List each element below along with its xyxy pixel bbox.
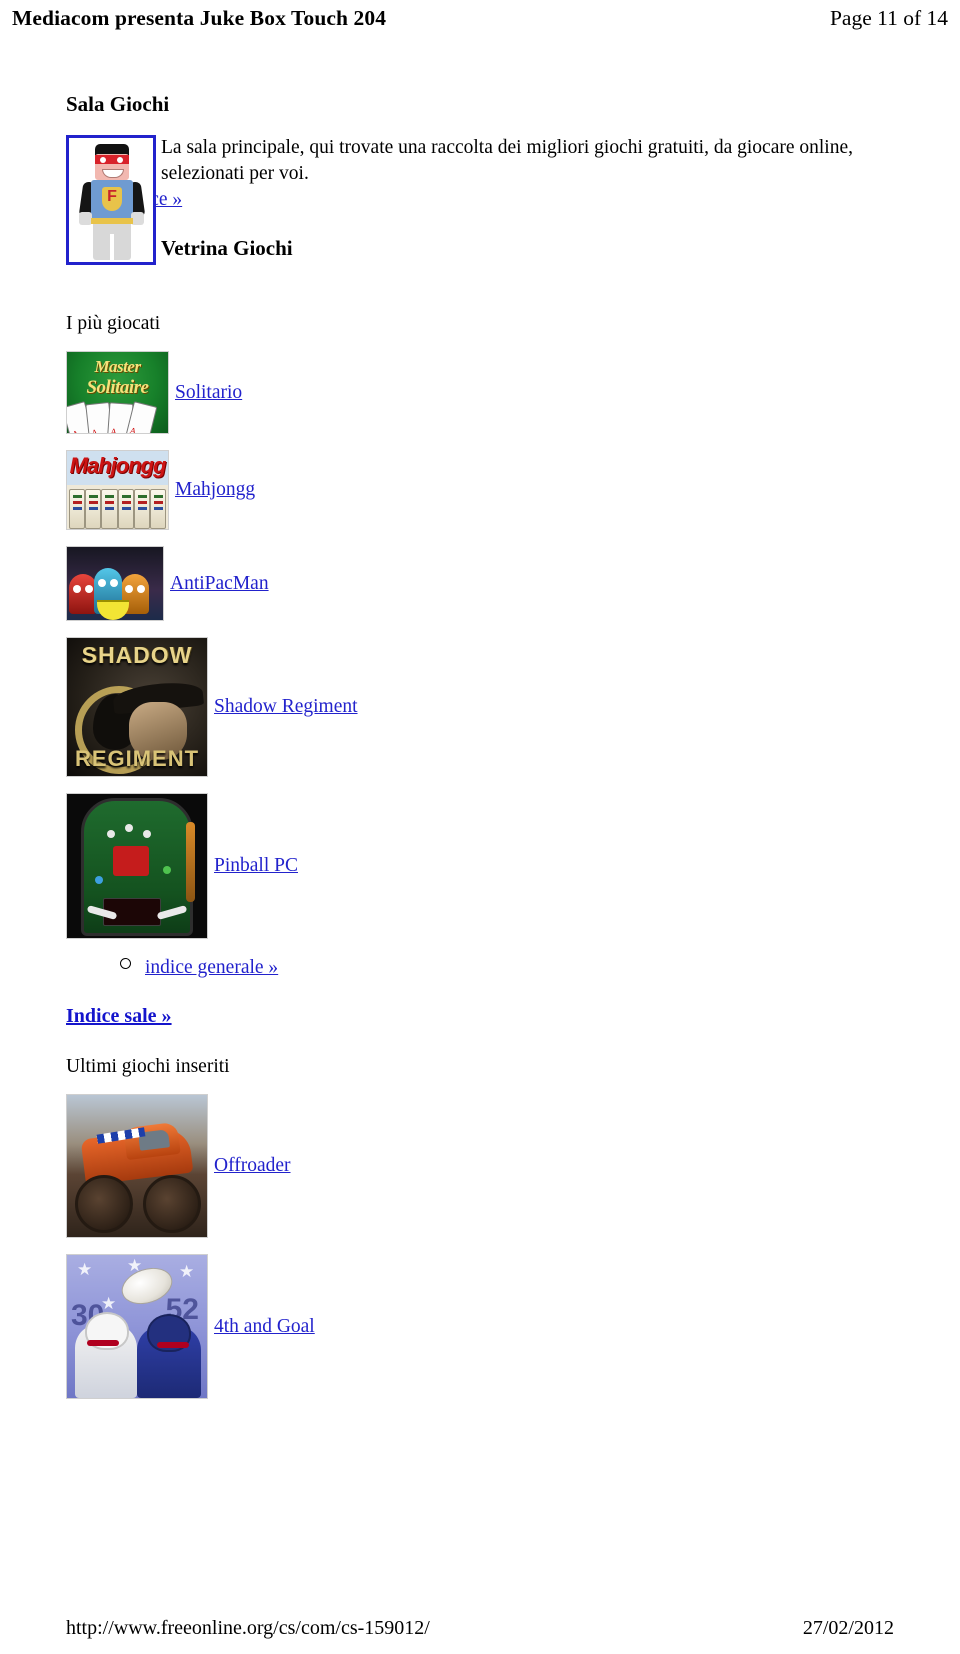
- mahjongg-tile-shape: [117, 489, 134, 530]
- 4th-and-goal-thumbnail[interactable]: ★ ★ ★ ★ 30 52: [66, 1254, 208, 1400]
- game-link-pinball-pc[interactable]: Pinball PC: [214, 855, 298, 877]
- white-facemask-shape: [87, 1340, 119, 1347]
- shadow-title-top-text: SHADOW: [81, 642, 193, 669]
- star-icon: ★: [77, 1260, 93, 1280]
- mahjongg-tile-shape: [133, 489, 150, 530]
- header-title: Mediacom presenta Juke Box Touch 204: [12, 6, 387, 30]
- intro-paragraph: La sala principale, qui trovate una racc…: [161, 137, 853, 185]
- game-link-solitario[interactable]: Solitario: [175, 382, 242, 404]
- mahjongg-tiles-group: [67, 485, 168, 530]
- page-title: Sala Giochi: [66, 92, 170, 116]
- hero-image-frame: [66, 135, 156, 266]
- offroader-right-wheel-shape: [143, 1175, 201, 1234]
- offroader-left-wheel-shape: [75, 1175, 133, 1234]
- mahjongg-tile-shape: [101, 489, 118, 530]
- page-header: Mediacom presenta Juke Box Touch 204 Pag…: [0, 6, 960, 40]
- list-item[interactable]: Mahjongg Mahjongg: [66, 450, 926, 531]
- latest-games-list: Offroader ★ ★ ★ ★ 30 52 4th and Goal: [66, 1094, 926, 1400]
- shadow-title-bottom-text: REGIMENT: [74, 746, 200, 772]
- header-page-number: Page 11 of 14: [829, 6, 948, 30]
- shadow-regiment-thumbnail[interactable]: SHADOW REGIMENT: [66, 637, 208, 778]
- blue-facemask-shape: [157, 1342, 189, 1349]
- list-item[interactable]: Offroader: [66, 1094, 926, 1239]
- antipacman-thumbnail[interactable]: [66, 546, 164, 622]
- solitaire-cards-group: [67, 399, 163, 434]
- list-item[interactable]: Pinball PC: [66, 793, 926, 940]
- most-played-game-list: Master Solitaire Solitario Mahjongg: [66, 351, 926, 940]
- solitaire-word-solitaire: Solitaire: [86, 377, 149, 399]
- offroader-thumbnail[interactable]: [66, 1094, 208, 1239]
- game-link-mahjongg[interactable]: Mahjongg: [175, 479, 255, 501]
- master-solitaire-thumbnail[interactable]: Master Solitaire: [66, 351, 169, 435]
- latest-games-label: Ultimi giochi inseriti: [66, 1056, 230, 1078]
- game-link-antipacman[interactable]: AntiPacMan: [170, 573, 269, 595]
- lego-leg-gap-shape: [110, 234, 114, 261]
- pinball-pc-thumbnail[interactable]: [66, 793, 208, 940]
- game-link-shadow-regiment[interactable]: Shadow Regiment: [214, 696, 358, 718]
- showcase-heading: Vetrina Giochi: [161, 236, 293, 261]
- most-played-label: I più giocati: [66, 313, 161, 335]
- solitaire-word-master: Master: [94, 357, 141, 377]
- document-content: Sala Giochi La sala principale, qui trov…: [66, 92, 926, 1415]
- mahjongg-thumbnail[interactable]: Mahjongg: [66, 450, 169, 531]
- mahjongg-title-text: Mahjongg: [69, 453, 167, 479]
- general-index-row: indice generale »: [120, 957, 926, 979]
- list-item[interactable]: AntiPacMan: [66, 546, 926, 622]
- list-item[interactable]: Master Solitaire Solitario: [66, 351, 926, 435]
- star-icon: ★: [179, 1262, 195, 1282]
- page-footer: http://www.freeonline.org/cs/com/cs-1590…: [0, 1617, 960, 1640]
- mahjongg-tile-shape: [69, 489, 86, 530]
- rooms-index-link[interactable]: Indice sale »: [66, 1005, 172, 1028]
- footer-date: 27/02/2012: [802, 1617, 894, 1639]
- list-item[interactable]: ★ ★ ★ ★ 30 52 4th and Goal: [66, 1254, 926, 1400]
- footer-source-url: http://www.freeonline.org/cs/com/cs-1590…: [66, 1617, 430, 1639]
- intro-block: La sala principale, qui trovate una racc…: [66, 135, 926, 285]
- mahjongg-tile-shape: [149, 489, 167, 530]
- general-index-link[interactable]: indice generale »: [145, 957, 278, 979]
- pinball-lane-shape: [186, 822, 195, 903]
- mahjongg-tile-shape: [85, 489, 102, 530]
- pinball-target-shape: [113, 846, 149, 877]
- lego-chest-emblem: [102, 187, 122, 212]
- red-ghost-shape: [69, 574, 97, 615]
- circle-bullet-icon: [120, 958, 131, 970]
- game-link-offroader[interactable]: Offroader: [214, 1155, 291, 1177]
- game-link-4th-and-goal[interactable]: 4th and Goal: [214, 1316, 315, 1338]
- list-item[interactable]: SHADOW REGIMENT Shadow Regiment: [66, 637, 926, 778]
